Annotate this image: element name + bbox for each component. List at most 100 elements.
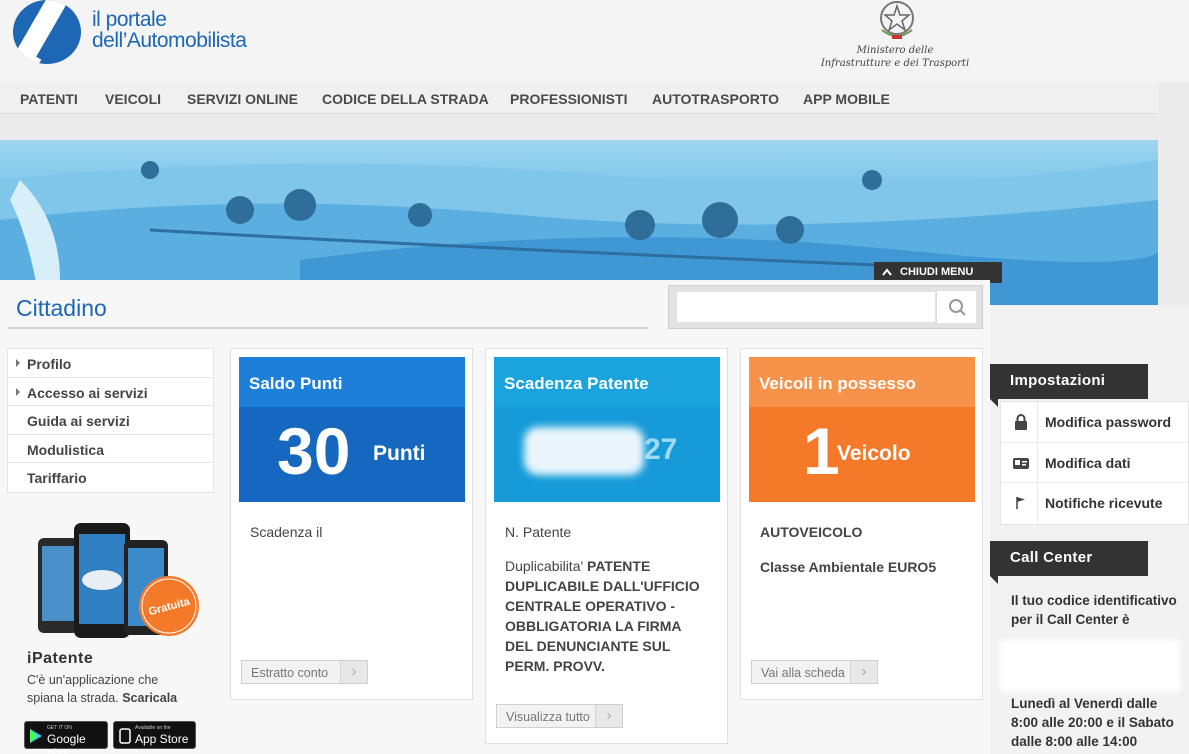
duplicability-text: Duplicabilita' PATENTE DUPLICABILE DALL'… (505, 556, 720, 676)
card-saldo-punti-body[interactable]: 30 Punti (239, 407, 465, 502)
points-value: 30 (277, 414, 351, 488)
call-center-hours-line1: Lunedì al Venerdì dalle (1011, 696, 1158, 711)
sidebar-item-modulistica[interactable]: Modulistica (8, 435, 213, 464)
nav-item-professionisti[interactable]: PROFESSIONISTI (510, 91, 627, 107)
vehicle-type-text: AUTOVEICOLO (760, 524, 863, 540)
caret-right-icon (16, 387, 20, 396)
search-button[interactable] (936, 291, 976, 323)
call-center-title: Call Center (1010, 549, 1093, 566)
card-veicoli-body[interactable]: 1 Veicolo (749, 407, 975, 502)
ministry-line2: Infrastrutture e dei Trasporti (820, 58, 970, 69)
visualizza-tutto-button[interactable]: Visualizza tutto › (496, 704, 623, 728)
chevron-right-icon: › (595, 705, 622, 727)
ministry-name[interactable]: Ministero delle Infrastrutture e dei Tra… (812, 44, 978, 70)
title-divider (8, 327, 648, 329)
chevron-right-icon: › (340, 661, 367, 683)
vehicle-unit: Veicolo (837, 442, 911, 465)
sidebar-item-label: Tariffario (27, 470, 87, 487)
italian-emblem-icon (880, 1, 914, 39)
settings-item-label: Modifica dati (1045, 454, 1131, 471)
app-store-button[interactable]: Available on the App Store (113, 721, 196, 749)
sidebar-item-tariffario[interactable]: Tariffario (8, 463, 213, 492)
sidebar-item-label: Profilo (27, 356, 72, 372)
chevron-up-icon (882, 267, 892, 279)
nav-item-servizi-online[interactable]: SERVIZI ONLINE (187, 91, 298, 107)
id-card-icon (1013, 457, 1029, 469)
settings-list: Modifica password Modifica dati Notifich… (1000, 401, 1189, 525)
google-play-button[interactable]: GET IT ON Google play (24, 721, 108, 754)
sidebar-item-label: Modulistica (27, 441, 105, 458)
lock-icon (1015, 414, 1027, 430)
search-icon (949, 299, 966, 316)
card-scadenza-patente-body[interactable]: 27 (494, 407, 720, 502)
ipatente-description: C'è un'applicazione che spiana la strada… (27, 671, 207, 707)
duplicability-value-line1: PATENTE (587, 558, 651, 574)
call-center-hours-line2: 8:00 alle 20:00 e il Sabato (1011, 715, 1174, 730)
emission-class-text: Classe Ambientale EURO5 (760, 559, 937, 575)
settings-title: Impostazioni (1010, 372, 1106, 389)
vai-alla-scheda-label: Vai alla scheda (761, 666, 845, 680)
card-veicoli-header[interactable]: Veicoli in possesso (749, 357, 975, 407)
settings-item-notifiche-ricevute[interactable]: Notifiche ricevute (1001, 483, 1188, 524)
points-unit: Punti (373, 442, 426, 465)
card-veicoli-in-possesso: Veicoli in possesso 1 Veicolo AUTOVEICOL… (740, 348, 983, 700)
app-store-small-text: Available on the (135, 725, 171, 731)
duplicability-label: Duplicabilita' (505, 558, 584, 574)
phones-image[interactable]: Gratuita (24, 518, 204, 648)
nav-item-patenti[interactable]: PATENTI (20, 91, 78, 107)
settings-item-label: Modifica password (1045, 414, 1172, 430)
duplicability-value-line3: CENTRALE OPERATIVO - (505, 598, 676, 614)
flag-icon (1016, 497, 1025, 509)
apple-icon (119, 728, 131, 744)
card-saldo-punti-header[interactable]: Saldo Punti (239, 357, 465, 407)
vehicle-count: 1 (803, 414, 840, 488)
app-store-label: App Store (135, 732, 189, 746)
close-menu-label: CHIUDI MENU (900, 266, 974, 278)
points-expiry-text: Scadenza il (250, 524, 323, 540)
portal-logo-text[interactable]: il portale dell’Automobilista (92, 8, 247, 51)
visualizza-tutto-label: Visualizza tutto (506, 710, 590, 724)
sidebar-item-label: Guida ai servizi (27, 413, 130, 430)
card-scadenza-patente-header[interactable]: Scadenza Patente (494, 357, 720, 407)
search-input[interactable] (676, 291, 936, 323)
portal-logo-icon[interactable] (13, 0, 81, 64)
card-saldo-punti: Saldo Punti 30 Punti Scadenza il Estratt… (230, 348, 473, 700)
ipatente-promo: Gratuita iPatente C'è un'applicazione ch… (24, 518, 214, 754)
site-header: il portale dell’Automobilista Ministero … (0, 0, 1189, 82)
sidebar-item-profilo[interactable]: Profilo (8, 349, 213, 378)
settings-item-modifica-password[interactable]: Modifica password (1001, 402, 1188, 443)
nav-item-codice-della-strada[interactable]: CODICE DELLA STRADA (322, 91, 489, 107)
nav-item-app-mobile[interactable]: APP MOBILE (803, 91, 890, 107)
main-nav: PATENTI VEICOLI SERVIZI ONLINE CODICE DE… (0, 82, 1158, 114)
estratto-conto-button[interactable]: Estratto conto › (241, 660, 368, 684)
ipatente-desc-line2: spiana la strada. (27, 691, 119, 705)
expiry-year-fragment: 27 (644, 433, 678, 466)
nav-item-veicoli[interactable]: VEICOLI (105, 91, 161, 107)
redacted-code (1000, 640, 1180, 692)
card-scadenza-patente: Scadenza Patente 27 N. Patente Duplicabi… (485, 348, 728, 744)
page-title: Cittadino (16, 295, 107, 321)
search-box (668, 285, 983, 329)
download-link[interactable]: Scaricala (122, 691, 177, 705)
nav-item-autotrasporto[interactable]: AUTOTRASPORTO (652, 91, 779, 107)
call-center-line2: per il Call Center è (1011, 612, 1130, 627)
logo-line1: il portale (92, 8, 167, 31)
call-center-panel-title: Call Center (990, 541, 1148, 584)
call-center-line1: Il tuo codice identificativo (1011, 593, 1177, 608)
ipatente-title: iPatente (27, 650, 94, 667)
chevron-right-icon: › (850, 661, 877, 683)
settings-item-label: Notifiche ricevute (1045, 495, 1163, 511)
google-play-label: Google play (47, 732, 86, 754)
duplicability-value-line6: PERM. PROVV. (505, 658, 605, 674)
sidebar-item-guida-ai-servizi[interactable]: Guida ai servizi (8, 406, 213, 435)
ipatente-desc-line1: C'è un'applicazione che (27, 673, 159, 687)
google-play-small-text: GET IT ON (47, 725, 72, 731)
redacted-date (524, 427, 644, 475)
call-center-code-text: Il tuo codice identificativo per il Call… (1011, 591, 1186, 629)
license-number-text: N. Patente (505, 524, 572, 540)
duplicability-value-line4: OBBLIGATORIA LA FIRMA (505, 618, 682, 634)
sidebar-item-accesso-ai-servizi[interactable]: Accesso ai servizi (8, 378, 213, 407)
settings-item-modifica-dati[interactable]: Modifica dati (1001, 442, 1188, 483)
sidebar-menu: Profilo Accesso ai servizi Guida ai serv… (7, 348, 214, 493)
vai-alla-scheda-button[interactable]: Vai alla scheda › (751, 660, 878, 684)
